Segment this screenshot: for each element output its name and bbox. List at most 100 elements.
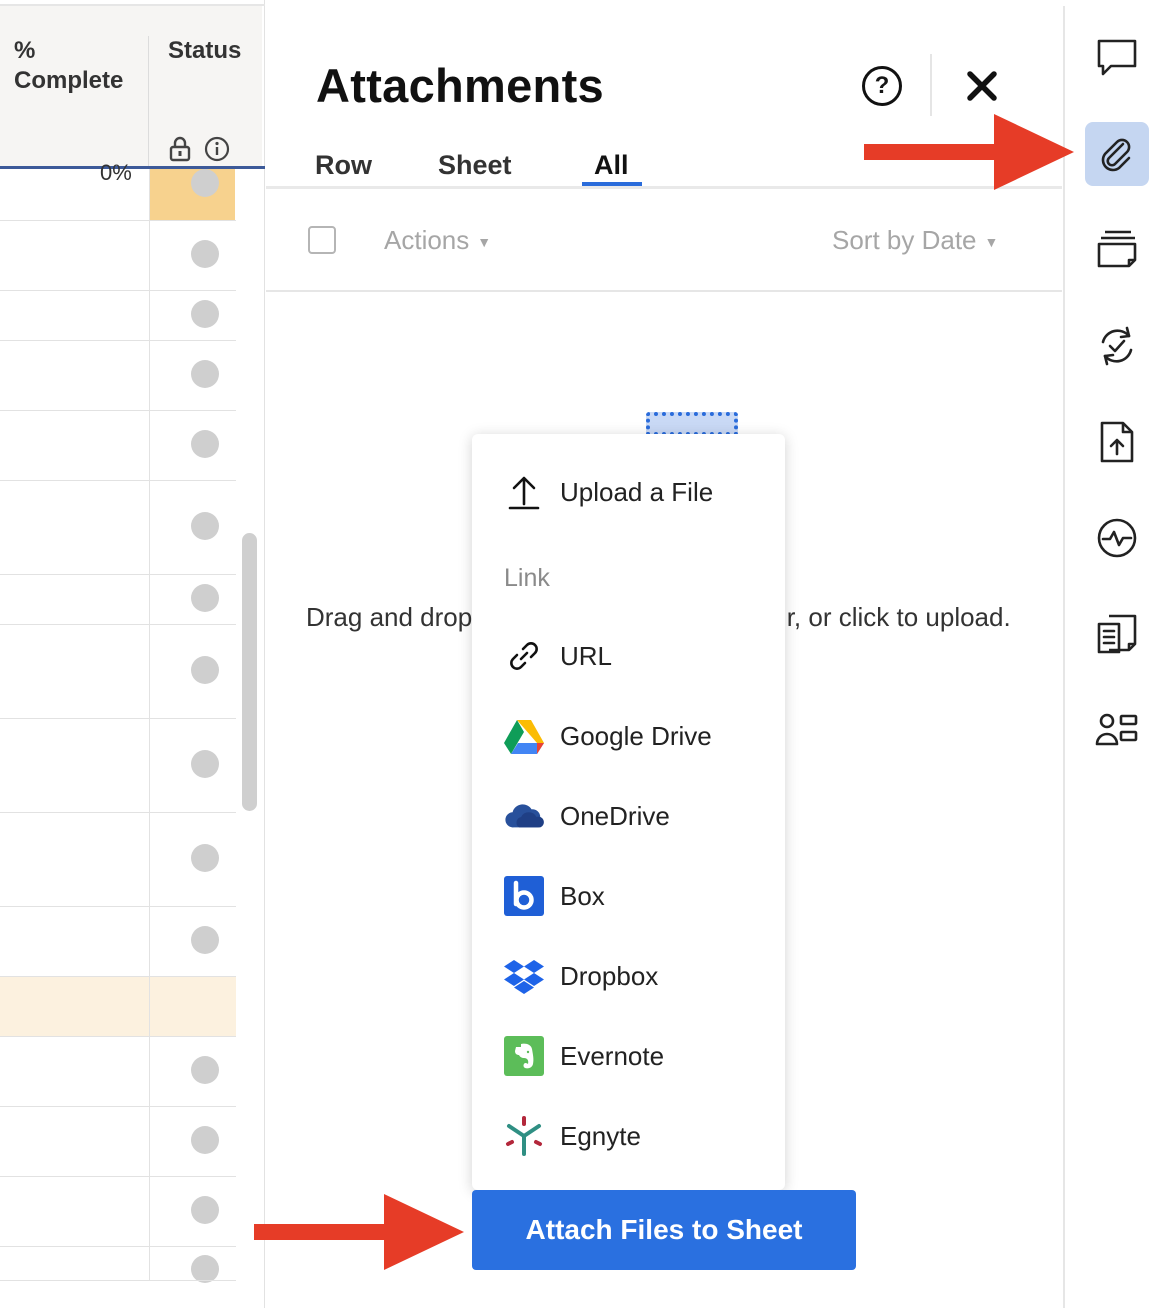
actions-label: Actions xyxy=(384,225,470,255)
menu-item-box[interactable]: Box xyxy=(504,874,605,918)
column-separator[interactable] xyxy=(148,36,149,166)
table-row[interactable] xyxy=(0,977,236,1037)
caret-down-icon: ▼ xyxy=(984,234,999,251)
table-row[interactable] xyxy=(0,221,236,291)
header-divider xyxy=(930,54,932,116)
column-header-icons xyxy=(168,136,230,162)
table-row[interactable] xyxy=(0,813,236,907)
table-row[interactable] xyxy=(0,1037,236,1107)
annotation-arrow-right xyxy=(864,114,1074,190)
table-row[interactable] xyxy=(0,411,236,481)
grid-scrollbar[interactable] xyxy=(242,533,257,811)
status-cell[interactable] xyxy=(149,719,235,812)
info-icon[interactable] xyxy=(204,136,230,162)
status-dot xyxy=(191,300,219,328)
menu-item-label: Evernote xyxy=(560,1040,665,1071)
table-row[interactable] xyxy=(0,719,236,813)
status-cell[interactable] xyxy=(149,169,235,220)
status-cell[interactable] xyxy=(149,411,235,480)
table-row[interactable] xyxy=(0,291,236,341)
status-dot xyxy=(191,926,219,954)
table-row[interactable] xyxy=(0,341,236,411)
menu-item-upload-file[interactable]: Upload a File xyxy=(504,470,713,514)
sort-dropdown[interactable]: Sort by Date ▼ xyxy=(832,225,998,256)
lock-icon xyxy=(169,136,191,162)
menu-item-label: Dropbox xyxy=(560,960,659,991)
status-cell[interactable] xyxy=(149,1107,235,1176)
rail-proofs-button[interactable] xyxy=(1085,218,1149,282)
rail-people-button[interactable] xyxy=(1085,698,1149,762)
status-dot xyxy=(191,1056,219,1084)
comment-icon xyxy=(1097,39,1137,76)
sort-label: Sort by Date xyxy=(832,225,977,255)
menu-item-dropbox[interactable]: Dropbox xyxy=(504,954,658,998)
rail-update-requests-button[interactable] xyxy=(1085,314,1149,378)
sheet-grid: % Complete Status 0% xyxy=(0,0,265,1308)
rail-summary-button[interactable] xyxy=(1085,602,1149,666)
status-cell[interactable] xyxy=(149,1177,235,1246)
drop-hint-left: Drag and drop xyxy=(306,602,473,632)
menu-item-egnyte[interactable]: Egnyte xyxy=(504,1114,641,1158)
activity-icon xyxy=(1097,518,1137,558)
annotation-arrow-right xyxy=(254,1194,464,1270)
people-icon xyxy=(1095,713,1138,746)
rail-attachments-button[interactable] xyxy=(1085,122,1149,186)
google-drive-icon xyxy=(504,716,544,756)
attach-source-menu: Upload a File Link URL Google Drive OneD… xyxy=(472,434,785,1190)
status-cell[interactable] xyxy=(149,1037,235,1106)
status-cell[interactable] xyxy=(149,341,235,410)
status-dot xyxy=(191,656,219,684)
status-dot xyxy=(191,512,219,540)
upload-label: Upload a File xyxy=(560,476,714,507)
menu-item-google-drive[interactable]: Google Drive xyxy=(504,714,712,758)
table-row[interactable] xyxy=(0,169,236,221)
link-icon xyxy=(504,636,544,676)
tab-sheet[interactable]: Sheet xyxy=(438,150,512,181)
column-header-status[interactable]: Status xyxy=(168,36,241,66)
help-button[interactable]: ? xyxy=(862,66,902,106)
status-cell[interactable] xyxy=(149,575,235,624)
table-row[interactable] xyxy=(0,1177,236,1247)
status-dot xyxy=(191,750,219,778)
status-cell[interactable] xyxy=(149,625,235,718)
status-cell[interactable] xyxy=(149,291,235,340)
status-cell[interactable] xyxy=(149,221,235,290)
evernote-icon xyxy=(504,1036,544,1076)
actions-dropdown[interactable]: Actions ▼ xyxy=(384,225,491,256)
tab-row[interactable]: Row xyxy=(315,150,372,181)
table-row[interactable] xyxy=(0,1107,236,1177)
table-row[interactable] xyxy=(0,907,236,977)
status-cell[interactable] xyxy=(149,1247,235,1283)
file-upload-icon xyxy=(1100,421,1134,463)
table-row[interactable] xyxy=(0,1247,236,1283)
status-dot xyxy=(191,844,219,872)
select-all-checkbox[interactable] xyxy=(308,226,336,254)
status-cell[interactable] xyxy=(149,977,235,1036)
rail-comments-button[interactable] xyxy=(1085,26,1149,90)
link-section-label: Link xyxy=(504,564,550,592)
status-cell[interactable] xyxy=(149,813,235,906)
menu-item-onedrive[interactable]: OneDrive xyxy=(504,794,670,838)
status-dot xyxy=(191,584,219,612)
tab-all[interactable]: All xyxy=(594,150,629,181)
column-header-percent-complete[interactable]: % Complete xyxy=(14,36,144,96)
paperclip-icon xyxy=(1101,138,1131,172)
attach-files-to-sheet-button[interactable]: Attach Files to Sheet xyxy=(472,1190,856,1270)
status-cell[interactable] xyxy=(149,481,235,574)
rail-activity-log-button[interactable] xyxy=(1085,506,1149,570)
status-cell[interactable] xyxy=(149,907,235,976)
egnyte-icon xyxy=(504,1116,544,1156)
caret-down-icon: ▼ xyxy=(477,234,492,251)
table-row[interactable] xyxy=(0,481,236,575)
drop-hint-right: r, or click to upload. xyxy=(786,602,1011,632)
table-row[interactable] xyxy=(0,575,236,625)
menu-item-url[interactable]: URL xyxy=(504,634,612,678)
attachments-toolbar: Actions ▼ Sort by Date ▼ xyxy=(266,189,1062,292)
menu-item-evernote[interactable]: Evernote xyxy=(504,1034,664,1078)
close-icon[interactable] xyxy=(964,68,1000,104)
table-row[interactable] xyxy=(0,625,236,719)
grid-header: % Complete Status xyxy=(0,6,262,168)
menu-item-label: Egnyte xyxy=(560,1120,641,1151)
menu-item-label: Google Drive xyxy=(560,720,712,751)
rail-publish-button[interactable] xyxy=(1085,410,1149,474)
